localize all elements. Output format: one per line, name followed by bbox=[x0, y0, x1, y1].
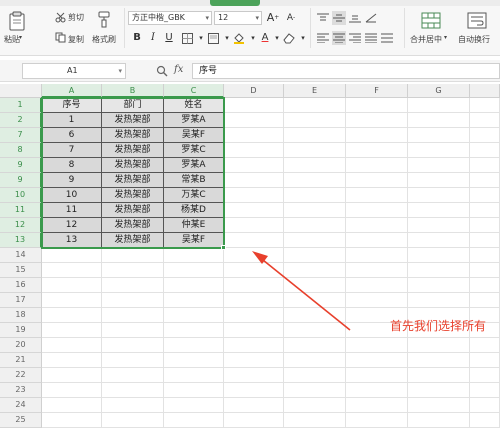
row-header[interactable]: 24 bbox=[0, 398, 42, 413]
empty-cell[interactable] bbox=[346, 398, 408, 413]
empty-cell[interactable] bbox=[102, 413, 164, 428]
empty-cell[interactable] bbox=[284, 398, 346, 413]
empty-cell[interactable] bbox=[470, 398, 500, 413]
empty-cell[interactable] bbox=[164, 413, 224, 428]
empty-cell[interactable] bbox=[470, 413, 500, 428]
empty-cell[interactable] bbox=[164, 398, 224, 413]
empty-cell[interactable] bbox=[284, 413, 346, 428]
empty-cell[interactable] bbox=[42, 413, 102, 428]
empty-cell[interactable] bbox=[346, 413, 408, 428]
empty-cell[interactable] bbox=[408, 398, 470, 413]
row-header[interactable]: 25 bbox=[0, 413, 42, 428]
annotation-text: 首先我们选择所有 bbox=[390, 319, 487, 333]
empty-cell[interactable] bbox=[102, 398, 164, 413]
empty-cell[interactable] bbox=[408, 413, 470, 428]
annotation-arrow bbox=[252, 251, 351, 331]
empty-cell[interactable] bbox=[42, 398, 102, 413]
empty-cell[interactable] bbox=[224, 398, 284, 413]
empty-cell[interactable] bbox=[224, 413, 284, 428]
